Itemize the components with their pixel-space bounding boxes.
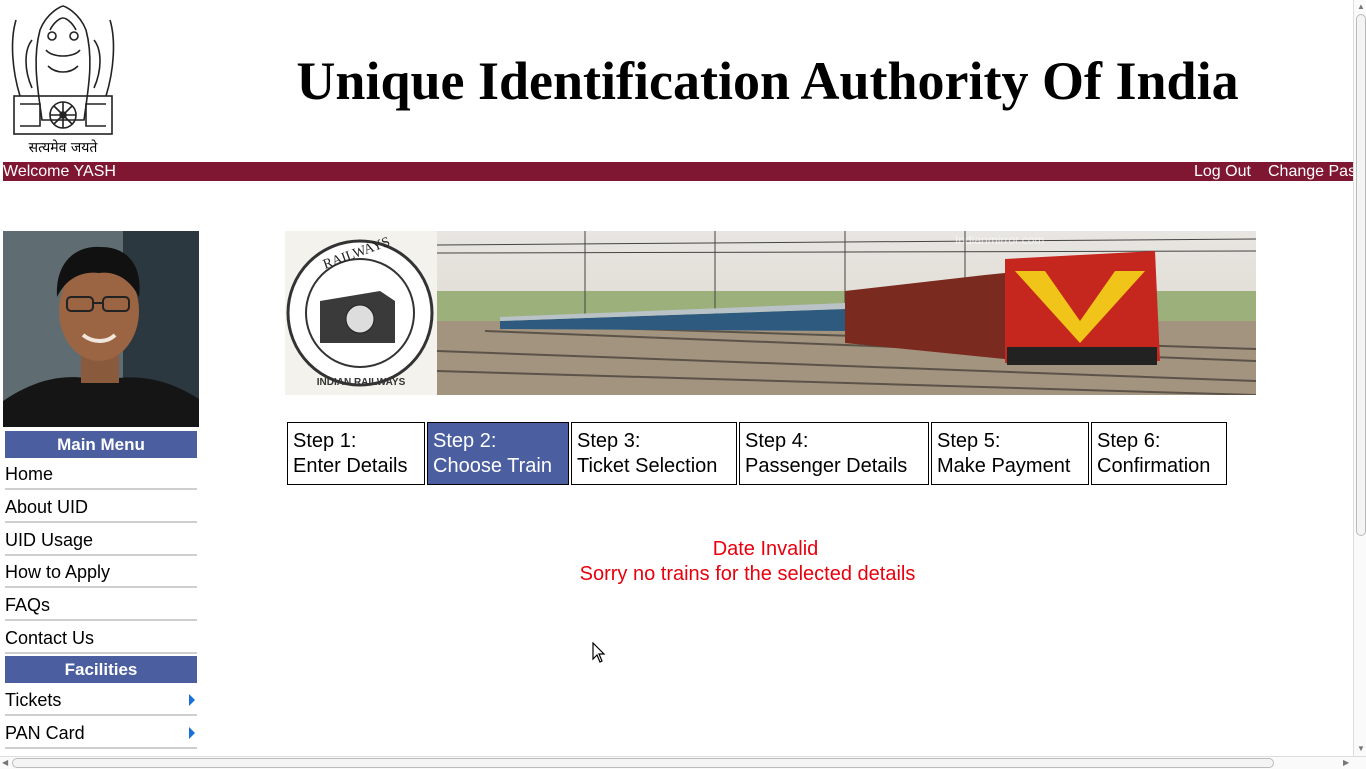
menu-item-tickets-label: Tickets [5,690,62,710]
menu-item-faqs[interactable]: FAQs [5,589,197,621]
user-avatar [3,231,199,427]
main-menu-heading: Main Menu [5,431,197,458]
step-label: Make Payment [937,455,1071,477]
vertical-scrollbar[interactable]: ▲ ▼ [1353,0,1366,756]
menu-item-pan-card-label: PAN Card [5,723,85,743]
scroll-up-icon[interactable]: ▲ [1357,2,1365,12]
step-number: Step 4: [745,430,809,452]
menu-item-about-uid[interactable]: About UID [5,491,197,523]
menu-item-tickets[interactable]: Tickets [5,684,197,716]
menu-item-how-to-apply[interactable]: How to Apply [5,556,197,588]
welcome-text: Welcome YASH [3,163,116,180]
error-date-invalid: Date Invalid [712,538,819,560]
facilities-heading: Facilities [5,656,197,683]
menu-item-uid-usage[interactable]: UID Usage [5,524,197,556]
horizontal-scroll-thumb[interactable] [12,758,1274,768]
user-bar: Welcome YASH Log Out Change Pas [3,162,1353,181]
step-number: Step 2: [433,430,497,452]
step-number: Step 5: [937,430,1001,452]
banner-watermark: Indianmirror.com [955,233,1045,247]
step-6-confirmation: Step 6: Confirmation [1091,422,1227,485]
change-password-link[interactable]: Change Pas [1268,162,1353,181]
banner-logo-text: INDIAN RAILWAYS [316,377,406,388]
chevron-right-icon [189,727,195,739]
railways-banner: RAILWAYS INDIAN RAILWAYS Indianmirror.co… [285,231,1257,396]
menu-item-contact-us[interactable]: Contact Us [5,622,197,654]
step-number: Step 1: [293,430,357,452]
step-number: Step 3: [577,430,641,452]
step-1-enter-details: Step 1: Enter Details [287,422,425,485]
step-3-ticket-selection: Step 3: Ticket Selection [571,422,737,485]
scroll-left-icon[interactable]: ◀ [2,758,8,768]
vertical-scroll-thumb[interactable] [1356,14,1366,536]
mouse-pointer-icon [592,641,606,669]
step-number: Step 6: [1097,430,1161,452]
step-4-passenger-details: Step 4: Passenger Details [739,422,929,485]
step-label: Ticket Selection [577,455,718,477]
step-label: Enter Details [293,455,408,477]
error-no-trains: Sorry no trains for the selected details [579,563,916,585]
step-label: Passenger Details [745,455,908,477]
step-label: Choose Train [433,455,552,477]
logout-link[interactable]: Log Out [1194,162,1251,181]
horizontal-scrollbar[interactable]: ◀ ▶ [0,756,1366,769]
scroll-right-icon[interactable]: ▶ [1343,758,1349,768]
chevron-right-icon [189,694,195,706]
page-title: Unique Identification Authority Of India [296,51,1239,111]
emblem-motto: सत्यमेव जयते [28,140,98,156]
menu-item-home[interactable]: Home [5,458,197,490]
step-label: Confirmation [1097,455,1211,477]
menu-item-pan-card[interactable]: PAN Card [5,717,197,749]
step-5-make-payment: Step 5: Make Payment [931,422,1089,485]
step-2-choose-train: Step 2: Choose Train [427,422,569,485]
scroll-down-icon[interactable]: ▼ [1357,744,1365,754]
